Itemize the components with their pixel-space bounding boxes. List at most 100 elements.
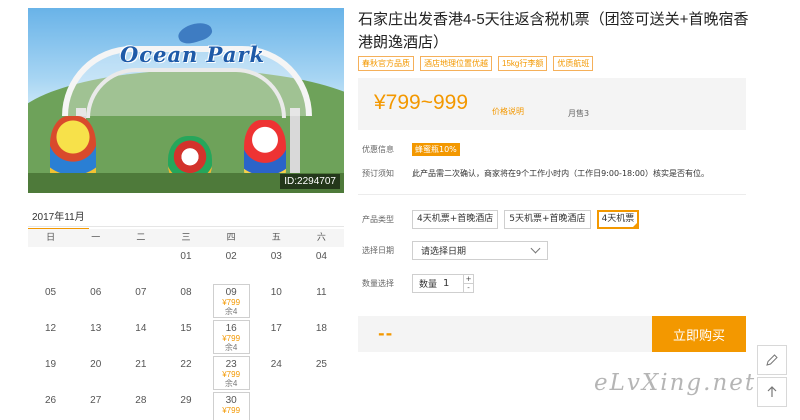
day-number: 26 bbox=[45, 395, 57, 406]
decrement-button[interactable]: - bbox=[464, 283, 474, 292]
arrow-up-icon bbox=[767, 386, 777, 397]
product-type-label: 产品类型 bbox=[362, 215, 394, 224]
calendar-day-available[interactable]: 09 ¥799 余4 bbox=[212, 284, 250, 318]
calendar-day: 25 bbox=[299, 355, 344, 391]
price-range: ¥799~999 bbox=[374, 91, 469, 114]
date-select-value: 请选择日期 bbox=[421, 247, 467, 257]
calendar-day-available[interactable]: 30 ¥799 bbox=[212, 392, 250, 420]
calendar-day: 28 bbox=[118, 391, 163, 420]
calendar-day: 22 bbox=[163, 355, 208, 391]
day-price: ¥799 bbox=[222, 370, 241, 379]
calendar-day: 02 bbox=[209, 247, 254, 283]
day-number: 12 bbox=[45, 323, 57, 334]
day-number: 18 bbox=[315, 323, 327, 334]
feature-tag: 春秋官方品质 bbox=[358, 56, 414, 71]
calendar-day bbox=[73, 247, 118, 283]
calendar-divider bbox=[28, 226, 344, 227]
day-stock: 余4 bbox=[224, 343, 238, 352]
calendar-day: 05 bbox=[28, 283, 73, 319]
calendar-day: 07 bbox=[118, 283, 163, 319]
feature-tag: 酒店地理位置优越 bbox=[420, 56, 492, 71]
day-number: 24 bbox=[270, 359, 282, 370]
day-stock: 余4 bbox=[224, 379, 238, 388]
day-number: 03 bbox=[270, 251, 282, 262]
day-number: 02 bbox=[225, 251, 237, 262]
calendar-day-available[interactable]: 23 ¥799 余4 bbox=[212, 356, 250, 390]
calendar-day: 06 bbox=[73, 283, 118, 319]
day-price: ¥799 bbox=[222, 406, 241, 415]
day-number: 16 bbox=[225, 323, 237, 334]
calendar-day: 11 bbox=[299, 283, 344, 319]
product-title: 石家庄出发香港4-5天往返含税机票（团签可送关+首晚宿香港朗逸酒店） bbox=[358, 11, 749, 51]
discount-badge: 蜂蜜瓶10% bbox=[412, 143, 460, 156]
monthly-sales: 月售3 bbox=[568, 109, 590, 118]
day-number: 11 bbox=[316, 287, 327, 298]
day-number: 06 bbox=[90, 287, 102, 298]
day-price: ¥799 bbox=[222, 334, 241, 343]
calendar-day: 03 bbox=[254, 247, 299, 283]
calendar-day: 15 bbox=[163, 319, 208, 355]
day-number: 27 bbox=[90, 395, 102, 406]
price-explanation-link[interactable]: 价格说明 bbox=[492, 106, 524, 117]
day-stock: 余4 bbox=[224, 307, 238, 316]
section-divider bbox=[358, 194, 746, 195]
buy-now-button[interactable]: 立即购买 bbox=[652, 316, 746, 352]
product-image[interactable]: Ocean Park ID:2294707 bbox=[28, 8, 344, 193]
day-number: 15 bbox=[180, 323, 192, 334]
calendar-day: 01 bbox=[163, 247, 208, 283]
day-number: 01 bbox=[180, 251, 192, 262]
calendar-day: 19 bbox=[28, 355, 73, 391]
date-calendar: 2017年11月 日一二三四五六 01 02 03 04 05 06 07 08 09 ¥799 余… bbox=[28, 205, 344, 420]
day-number: 23 bbox=[225, 359, 237, 370]
product-type-option-selected[interactable]: 4天机票 bbox=[596, 210, 640, 229]
weekday-label: 日 bbox=[46, 233, 56, 243]
stepper-controls: + - bbox=[463, 275, 474, 292]
weekday-label: 五 bbox=[271, 233, 281, 243]
day-number: 20 bbox=[90, 359, 102, 370]
feature-tag: 15kg行李额 bbox=[498, 56, 548, 71]
calendar-day: 27 bbox=[73, 391, 118, 420]
day-number: 19 bbox=[45, 359, 57, 370]
product-type-option[interactable]: 5天机票+首晚酒店 bbox=[504, 210, 591, 229]
product-tags: 春秋官方品质 酒店地理位置优越 15kg行李额 优质航班 bbox=[358, 56, 594, 71]
discount-row: 优惠信息 蜂蜜瓶10% bbox=[362, 143, 460, 156]
day-number: 28 bbox=[135, 395, 147, 406]
edit-button[interactable] bbox=[757, 345, 787, 375]
day-number: 04 bbox=[315, 251, 327, 262]
day-number: 25 bbox=[315, 359, 327, 370]
chevron-down-icon bbox=[530, 243, 541, 254]
increment-button[interactable]: + bbox=[464, 275, 473, 283]
day-number: 13 bbox=[90, 323, 102, 334]
day-number: 09 bbox=[225, 287, 237, 298]
day-number: 21 bbox=[135, 359, 147, 370]
quantity-label: 数量选择 bbox=[362, 279, 394, 288]
weekday-label: 六 bbox=[316, 233, 326, 243]
park-sign-logo: Ocean Park bbox=[120, 42, 266, 67]
back-to-top-button[interactable] bbox=[757, 377, 787, 407]
calendar-day: 21 bbox=[118, 355, 163, 391]
quantity-value[interactable]: 1 bbox=[443, 278, 463, 289]
calendar-day: 20 bbox=[73, 355, 118, 391]
date-select[interactable]: 请选择日期 bbox=[412, 241, 548, 260]
calendar-day: 17 bbox=[254, 319, 299, 355]
calendar-day: 08 bbox=[163, 283, 208, 319]
image-id-label: ID:2294707 bbox=[280, 174, 340, 189]
calendar-day: 12 bbox=[28, 319, 73, 355]
calendar-day: 26 bbox=[28, 391, 73, 420]
day-number: 08 bbox=[180, 287, 192, 298]
purchase-bar: -- 立即购买 bbox=[358, 316, 746, 352]
notice-row: 预订须知 此产品需二次确认，商家将在9个工作小时内（工作日9:00-18:00）… bbox=[362, 168, 709, 179]
calendar-day bbox=[254, 391, 299, 420]
calendar-day: 13 bbox=[73, 319, 118, 355]
calendar-day-available[interactable]: 16 ¥799 余4 bbox=[212, 320, 250, 354]
weekday-label: 一 bbox=[91, 233, 101, 243]
calendar-day: 29 bbox=[163, 391, 208, 420]
watermark-logo: eLvXing.net bbox=[594, 370, 757, 396]
notice-text: 此产品需二次确认，商家将在9个工作小时内（工作日9:00-18:00）核实是否有… bbox=[412, 169, 709, 178]
product-type-option[interactable]: 4天机票+首晚酒店 bbox=[412, 210, 499, 229]
quantity-row: 数量选择 数量 1 + - bbox=[362, 274, 475, 293]
day-number: 14 bbox=[135, 323, 147, 334]
date-label: 选择日期 bbox=[362, 246, 394, 255]
day-number: 05 bbox=[45, 287, 57, 298]
weekday-label: 二 bbox=[136, 233, 146, 243]
